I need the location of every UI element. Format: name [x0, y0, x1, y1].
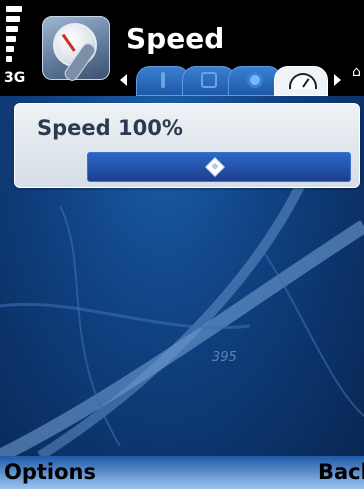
slider-thumb[interactable] — [204, 157, 225, 177]
pin-icon — [161, 72, 165, 88]
network-type: 3G — [4, 70, 26, 86]
app-icon — [42, 16, 110, 84]
tab-right-arrow-icon[interactable] — [334, 74, 341, 86]
header: 3G Speed ⌂ — [0, 0, 364, 96]
screen: 395 3G Speed ⌂ Speed 100% Options Bac — [0, 0, 364, 489]
speed-label: Speed 100% — [37, 116, 183, 140]
target-icon — [247, 72, 263, 88]
speedometer-icon — [289, 73, 317, 89]
tab-left-arrow-icon[interactable] — [120, 74, 127, 86]
speed-slider[interactable] — [87, 152, 351, 182]
speed-setting-panel[interactable]: Speed 100% — [14, 103, 360, 188]
softkey-bar: Options Back — [0, 456, 364, 489]
settings-tabs — [120, 64, 364, 96]
lock-icon: ⌂ — [352, 64, 361, 80]
road-minor-3 — [259, 245, 364, 417]
options-softkey[interactable]: Options — [4, 460, 96, 484]
back-softkey[interactable]: Back — [318, 460, 364, 484]
grid-icon — [201, 72, 217, 88]
signal-strength-icon — [6, 6, 22, 66]
map-background — [0, 186, 364, 456]
road-label: 395 — [212, 350, 237, 365]
tab-speed[interactable] — [274, 66, 328, 96]
page-title: Speed — [126, 22, 225, 55]
